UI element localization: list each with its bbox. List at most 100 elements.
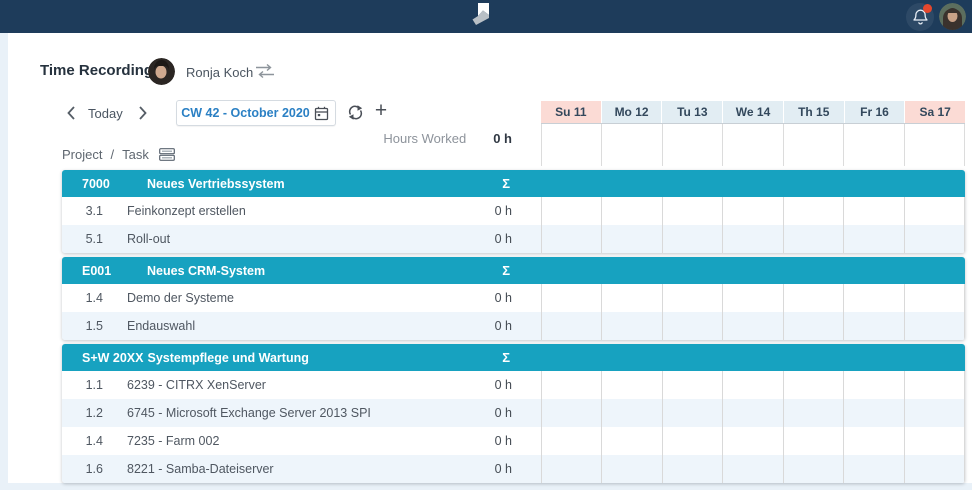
time-entry-cell[interactable] xyxy=(723,284,783,312)
time-entry-cell[interactable] xyxy=(663,371,723,399)
add-task-button[interactable]: + xyxy=(371,99,391,123)
time-entry-cell[interactable] xyxy=(723,455,783,483)
task-row[interactable]: 1.4Demo der Systeme0 h xyxy=(62,284,965,312)
project-name: Neues CRM-System xyxy=(147,264,265,278)
day-strip-cell[interactable] xyxy=(663,124,723,166)
time-entry-cell[interactable] xyxy=(663,427,723,455)
task-name: 6745 - Microsoft Exchange Server 2013 SP… xyxy=(127,406,371,420)
time-entry-cell[interactable] xyxy=(541,225,602,253)
project-name: Neues Vertriebssystem xyxy=(147,177,285,191)
today-button[interactable]: Today xyxy=(88,106,123,121)
time-entry-cell[interactable] xyxy=(844,427,904,455)
time-entry-cell[interactable] xyxy=(541,371,602,399)
time-entry-cell[interactable] xyxy=(844,312,904,340)
notifications-button[interactable] xyxy=(906,3,934,31)
day-strip-cell[interactable] xyxy=(784,124,844,166)
project-column-label: Project xyxy=(62,147,102,162)
time-entry-cell[interactable] xyxy=(723,312,783,340)
time-entry-cell[interactable] xyxy=(905,399,965,427)
project-group: S+W 20XXSystempflege und WartungΣ1.16239… xyxy=(62,344,965,483)
mouse-cursor xyxy=(466,2,493,31)
time-entry-cell[interactable] xyxy=(784,225,844,253)
time-entry-cell[interactable] xyxy=(602,312,662,340)
switch-user-button[interactable] xyxy=(254,63,276,79)
day-header-cell: Sa 17 xyxy=(905,101,965,123)
task-row[interactable]: 1.5Endauswahl0 h xyxy=(62,312,965,340)
project-header-row[interactable]: S+W 20XXSystempflege und WartungΣ xyxy=(62,344,965,371)
time-entry-cell[interactable] xyxy=(723,371,783,399)
time-entry-cell[interactable] xyxy=(905,225,965,253)
task-name: 8221 - Samba-Dateiserver xyxy=(127,462,274,476)
time-entry-cell[interactable] xyxy=(663,225,723,253)
time-entry-cell[interactable] xyxy=(844,197,904,225)
day-header-cell: Tu 13 xyxy=(662,101,722,123)
time-entry-cell[interactable] xyxy=(905,455,965,483)
time-entry-cell[interactable] xyxy=(602,284,662,312)
task-row[interactable]: 1.26745 - Microsoft Exchange Server 2013… xyxy=(62,399,965,427)
time-entry-cell[interactable] xyxy=(602,455,662,483)
task-hours-sum: 0 h xyxy=(495,232,512,246)
time-entry-cell[interactable] xyxy=(663,312,723,340)
time-entry-cell[interactable] xyxy=(844,225,904,253)
time-entry-cell[interactable] xyxy=(602,371,662,399)
time-entry-cell[interactable] xyxy=(602,197,662,225)
time-entry-cell[interactable] xyxy=(844,399,904,427)
refresh-button[interactable] xyxy=(347,104,364,121)
time-entry-cell[interactable] xyxy=(602,399,662,427)
topbar-user-avatar[interactable] xyxy=(939,3,966,30)
project-header-row[interactable]: E001Neues CRM-SystemΣ xyxy=(62,257,965,284)
task-row[interactable]: 1.68221 - Samba-Dateiserver0 h xyxy=(62,455,965,483)
time-entry-cell[interactable] xyxy=(723,399,783,427)
day-strip-cell[interactable] xyxy=(541,124,602,166)
time-entry-cell[interactable] xyxy=(784,312,844,340)
time-entry-cell[interactable] xyxy=(784,371,844,399)
time-entry-cell[interactable] xyxy=(905,312,965,340)
task-row[interactable]: 1.16239 - CITRX XenServer0 h xyxy=(62,371,965,399)
time-entry-cell[interactable] xyxy=(541,455,602,483)
selected-user-avatar[interactable] xyxy=(148,58,175,85)
time-entry-cell[interactable] xyxy=(723,225,783,253)
day-strip-cell[interactable] xyxy=(602,124,662,166)
time-entry-cell[interactable] xyxy=(541,284,602,312)
next-week-button[interactable] xyxy=(138,105,152,121)
task-row[interactable]: 5.1Roll-out0 h xyxy=(62,225,965,253)
row-view-icon[interactable] xyxy=(159,148,175,161)
time-entry-cell[interactable] xyxy=(541,399,602,427)
time-entry-cell[interactable] xyxy=(905,284,965,312)
task-left-cell: 1.26745 - Microsoft Exchange Server 2013… xyxy=(62,399,541,427)
time-entry-cell[interactable] xyxy=(844,455,904,483)
time-entry-cell[interactable] xyxy=(723,197,783,225)
time-entry-cell[interactable] xyxy=(663,455,723,483)
time-entry-cell[interactable] xyxy=(784,399,844,427)
task-row[interactable]: 1.47235 - Farm 0020 h xyxy=(62,427,965,455)
time-entry-cell[interactable] xyxy=(541,312,602,340)
time-entry-cell[interactable] xyxy=(784,284,844,312)
time-entry-cell[interactable] xyxy=(541,197,602,225)
time-entry-cell[interactable] xyxy=(723,427,783,455)
sum-sigma-label: Σ xyxy=(502,263,510,278)
task-row[interactable]: 3.1Feinkonzept erstellen0 h xyxy=(62,197,965,225)
previous-week-button[interactable] xyxy=(66,105,80,121)
task-column-label: Task xyxy=(122,147,149,162)
calendar-icon[interactable] xyxy=(314,106,329,121)
day-strip-cell[interactable] xyxy=(723,124,783,166)
day-strip-cell[interactable] xyxy=(844,124,904,166)
time-entry-cell[interactable] xyxy=(784,197,844,225)
time-entry-cell[interactable] xyxy=(844,371,904,399)
project-header-row[interactable]: 7000Neues VertriebssystemΣ xyxy=(62,170,965,197)
day-strip-cell[interactable] xyxy=(905,124,965,166)
time-entry-cell[interactable] xyxy=(905,427,965,455)
time-entry-cell[interactable] xyxy=(541,427,602,455)
time-entry-cell[interactable] xyxy=(844,284,904,312)
time-entry-cell[interactable] xyxy=(784,427,844,455)
period-selector[interactable]: CW 42 - October 2020 xyxy=(176,100,336,126)
time-entry-cell[interactable] xyxy=(663,197,723,225)
time-entry-cell[interactable] xyxy=(663,399,723,427)
time-entry-cell[interactable] xyxy=(663,284,723,312)
time-entry-cell[interactable] xyxy=(905,371,965,399)
time-entry-cell[interactable] xyxy=(602,427,662,455)
time-entry-cell[interactable] xyxy=(602,225,662,253)
time-entry-cell[interactable] xyxy=(784,455,844,483)
time-entry-cell[interactable] xyxy=(905,197,965,225)
task-left-cell: 3.1Feinkonzept erstellen0 h xyxy=(62,197,541,225)
